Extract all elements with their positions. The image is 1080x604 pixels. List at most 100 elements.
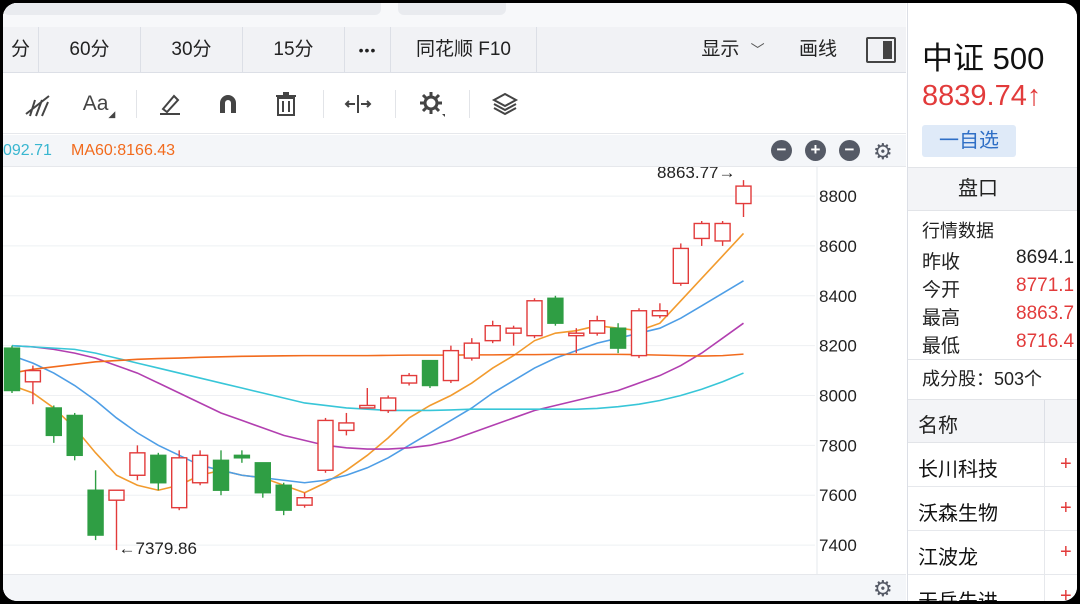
column-divider (1044, 531, 1045, 575)
tab-f10[interactable]: 同花顺 F10 (391, 27, 537, 73)
toolbar-divider (395, 90, 396, 118)
stock-change: + (1060, 585, 1072, 601)
candle-body (317, 419, 334, 471)
candle-body (463, 342, 480, 359)
gear-icon[interactable] (415, 88, 449, 120)
stock-name: 江波龙 (918, 547, 978, 569)
fibonacci-tool-icon[interactable] (21, 88, 55, 120)
stock-row[interactable]: 江波龙 + (908, 531, 1077, 575)
low-price-label: ←7379.86 (119, 539, 197, 558)
stock-name: 天岳先进 (918, 585, 998, 601)
display-label: 显示 (701, 39, 740, 60)
candle-body (66, 414, 83, 457)
toolbar-divider (136, 90, 137, 118)
more-tabs-button[interactable]: ••• (345, 27, 391, 73)
candle-body (191, 454, 209, 484)
window-top-strip (3, 3, 906, 27)
candle-body (609, 327, 627, 349)
candle-body (442, 349, 460, 382)
y-tick-label: 7600 (819, 486, 857, 505)
candle-body (233, 454, 251, 459)
candle-body (672, 247, 689, 285)
y-tick-label: 7800 (819, 436, 857, 455)
chart-panel: 分 60分 30分 15分 ••• 同花顺 F10 显示 ﹀ 画线 Aa ◢ 0… (3, 3, 906, 601)
quote-value: 8863.7 (1016, 303, 1075, 324)
stock-row[interactable]: 沃森生物 + (908, 487, 1077, 531)
y-tick-label: 8600 (819, 237, 857, 256)
layers-icon[interactable] (488, 88, 522, 120)
panel-toggle-icon[interactable] (866, 37, 896, 63)
minimize-indicator-icon[interactable]: − (771, 140, 792, 161)
tab-minute[interactable]: 分 (3, 27, 39, 73)
stock-change: + (1060, 497, 1072, 519)
tab-60min[interactable]: 60分 (39, 27, 141, 73)
column-divider (1044, 443, 1045, 487)
candle-body (735, 185, 752, 205)
candle-body (421, 359, 439, 387)
stock-change: + (1060, 453, 1072, 475)
candlestick-chart[interactable]: 7400 7600 7800 8000 8200 8400 8600 8800 8863.77… (3, 167, 906, 574)
ma-value-cut: 092.71 (3, 142, 52, 159)
highlighter-icon[interactable] (153, 88, 187, 120)
y-tick-label: 7400 (819, 536, 857, 555)
indicator-settings-icon[interactable]: ⚙ (873, 139, 893, 165)
draw-line-button[interactable]: 画线 (783, 27, 853, 73)
quote-value: 8716.4 (1016, 331, 1075, 352)
candle-body (505, 327, 522, 334)
y-tick-label: 8800 (819, 187, 857, 206)
chart-bottom-bar: ⚙ (3, 574, 906, 601)
toolbar-divider (323, 90, 324, 118)
candle-body (568, 332, 585, 337)
candle-body (24, 369, 42, 383)
drawing-toolbar: Aa ◢ (3, 74, 906, 134)
column-divider (1044, 575, 1045, 601)
candle-body (129, 452, 146, 476)
quote-value: 8771.1 (1016, 275, 1075, 296)
quote-label: 最低 (922, 336, 961, 357)
stock-row[interactable]: 长川科技 + (908, 443, 1077, 487)
quote-label: 最高 (922, 308, 961, 329)
trash-icon[interactable] (269, 88, 303, 120)
y-tick-label: 8200 (819, 337, 857, 356)
order-book-tab[interactable]: 盘口 (908, 167, 1077, 211)
candle-body (547, 297, 564, 324)
display-dropdown[interactable]: 显示 ﹀ (693, 27, 773, 73)
high-price-label: 8863.77→ (657, 167, 735, 182)
candle-body (589, 320, 606, 334)
tab-30min[interactable]: 30分 (141, 27, 243, 73)
ma60-value: MA60:8166.43 (71, 142, 176, 159)
text-tool-icon[interactable]: Aa ◢ (79, 88, 119, 120)
candle-body (296, 497, 313, 506)
candle-body (484, 324, 501, 342)
quote-label: 昨收 (922, 252, 961, 273)
candle-body (150, 454, 167, 484)
zoom-out-icon[interactable]: − (839, 140, 860, 161)
stock-name: 长川科技 (918, 459, 998, 481)
magnet-icon[interactable] (211, 88, 245, 120)
stock-change: + (1060, 541, 1072, 563)
candle-body (526, 300, 543, 337)
zoom-in-icon[interactable]: + (805, 140, 826, 161)
chart-settings-icon[interactable]: ⚙ (873, 576, 893, 601)
components-count: 成分股：503个 (908, 359, 1077, 397)
index-price: 8839.74↑ (922, 80, 1042, 112)
tab-15min[interactable]: 15分 (243, 27, 345, 73)
y-tick-label: 8000 (819, 386, 857, 405)
candle-body (170, 457, 188, 509)
remove-watchlist-button[interactable]: 一自选 (922, 125, 1016, 157)
candle-body (338, 422, 355, 432)
stock-row[interactable]: 天岳先进 + (908, 575, 1077, 601)
timeframe-tabbar: 分 60分 30分 15分 ••• 同花顺 F10 显示 ﹀ 画线 (3, 27, 906, 73)
toolbar-divider (469, 90, 470, 118)
app-window: 分 60分 30分 15分 ••• 同花顺 F10 显示 ﹀ 画线 Aa ◢ 0… (3, 3, 1077, 601)
ma-legend-bar: 092.71 MA60:8166.43 − + − ⚙ (3, 135, 906, 167)
browser-tab-stub[interactable] (3, 3, 381, 15)
index-name: 中证 500 (922, 41, 1045, 76)
candle-body (275, 484, 292, 511)
candle-body (693, 222, 710, 240)
name-column-header[interactable]: 名称 (918, 409, 958, 438)
chevron-down-icon: ﹀ (750, 42, 765, 58)
browser-tab-stub[interactable] (398, 3, 506, 15)
measure-icon[interactable] (341, 88, 375, 120)
y-tick-label: 8400 (819, 287, 857, 306)
